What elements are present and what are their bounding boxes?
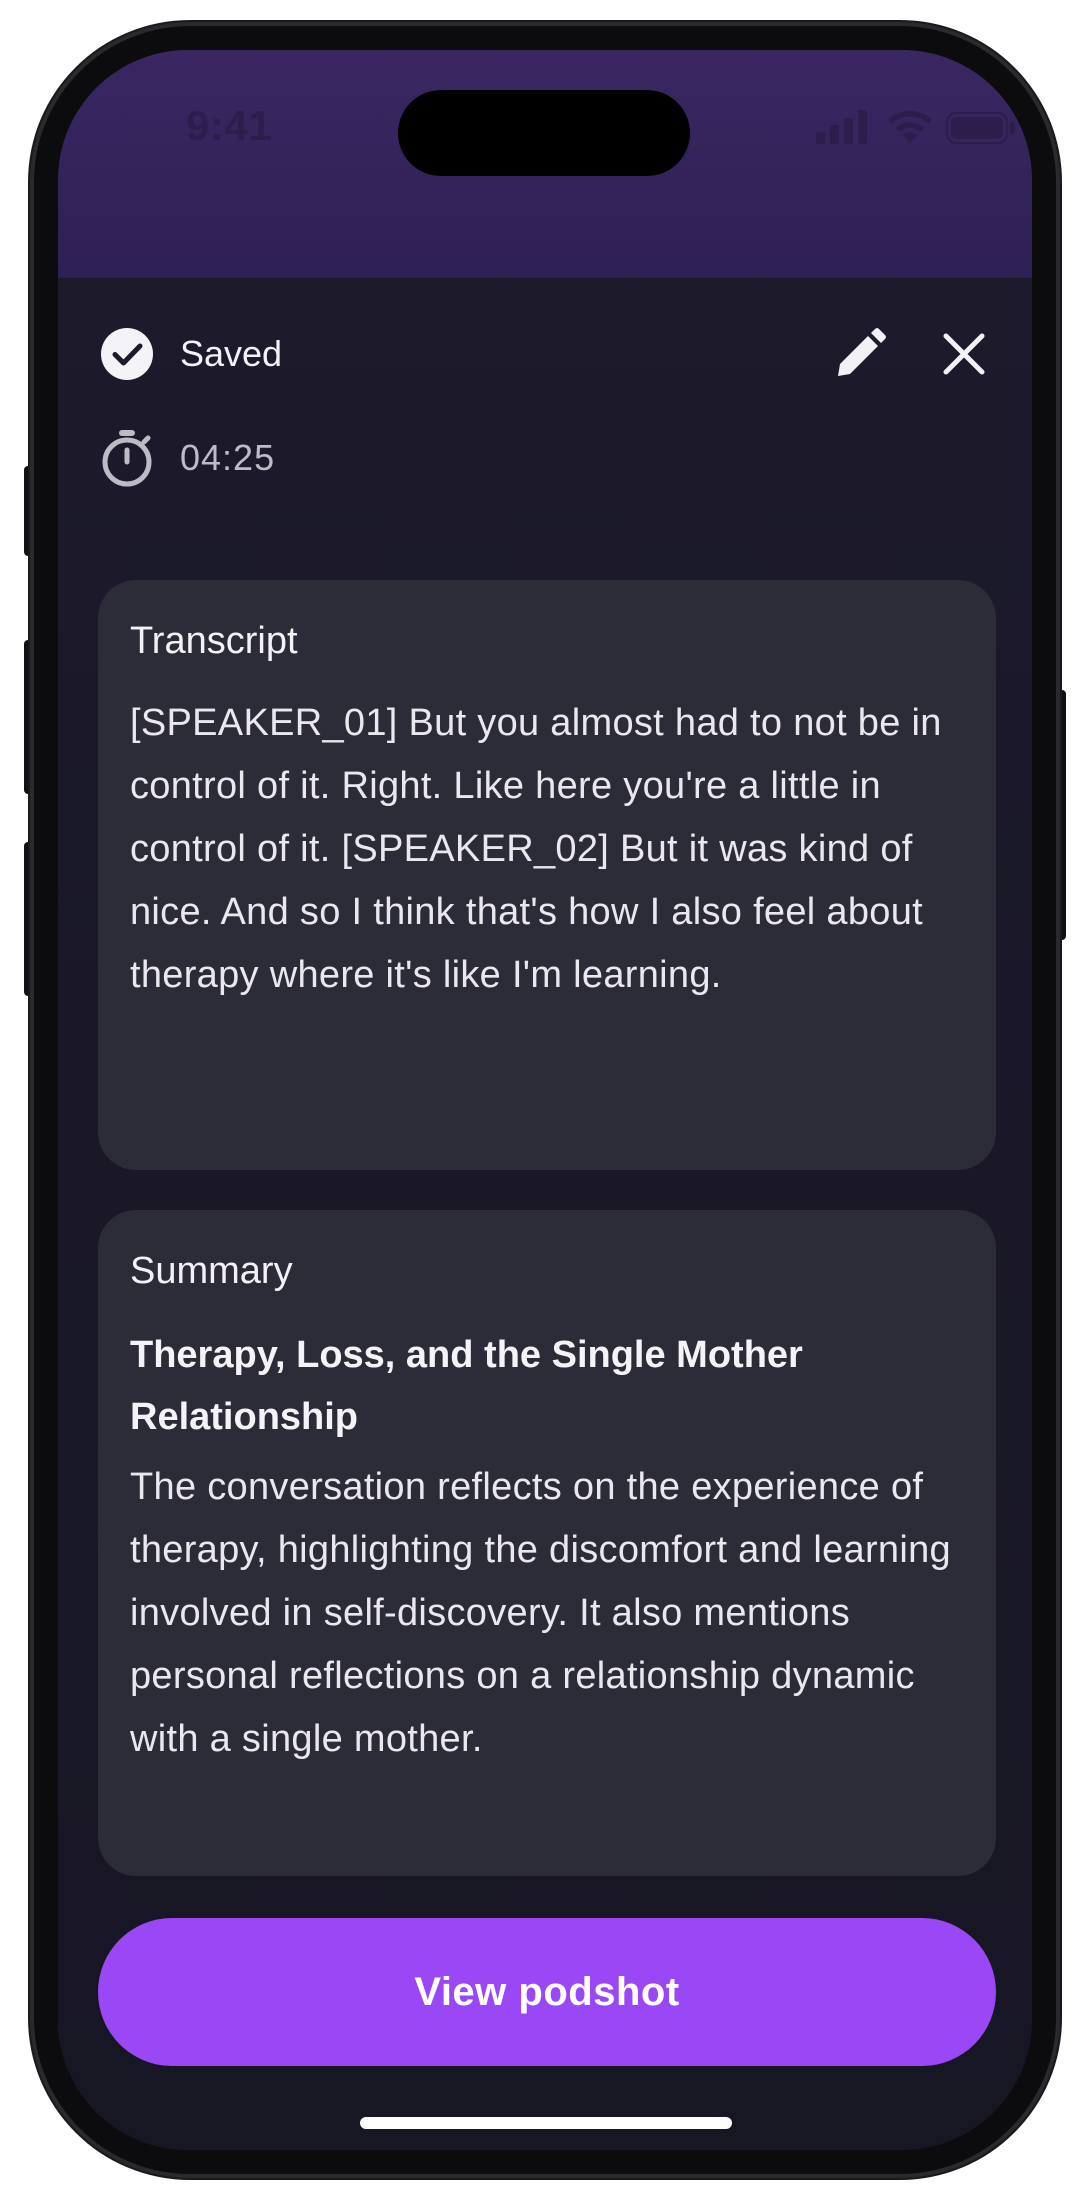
battery-icon [946,112,1015,144]
summary-heading: Summary [130,1250,293,1292]
status-icons [758,110,1015,150]
edit-pencil-icon [838,328,886,376]
home-indicator [360,2117,732,2129]
cellular-signal-icon [816,110,867,144]
status-time: 9:41 [186,102,273,149]
transcript-heading: Transcript [130,620,298,662]
summary-text: The conversation reflects on the experie… [130,1466,951,1760]
duration-label: 04:25 [180,437,276,478]
close-icon [943,333,985,375]
edit-button[interactable] [830,324,890,384]
saved-status: Saved [100,324,282,384]
summary-card: Summary Therapy, Loss, and the Single Mo… [98,1210,996,1876]
saved-label: Saved [180,333,283,374]
recording-detail: Saved 04:25 Transcript [SPEAKER_01] But … [58,278,1032,2150]
close-button[interactable] [936,326,992,382]
view-podshot-button[interactable]: View podshot [98,1918,996,2066]
summary-title: Therapy, Loss, and the Single Mother Rel… [130,1334,803,1438]
transcript-card: Transcript [SPEAKER_01] But you almost h… [98,580,996,1170]
status-bar: 9:41 [58,50,1032,278]
duration-row: 04:25 [100,426,275,490]
wifi-icon [888,110,932,143]
transcript-text: [SPEAKER_01] But you almost had to not b… [130,702,942,996]
stopwatch-icon [102,430,152,487]
dynamic-island [398,90,690,176]
phone-screen: 9:41 Saved 04:25 Transcript [SPEAKER_01]… [58,50,1032,2150]
check-circle-icon [101,328,153,380]
